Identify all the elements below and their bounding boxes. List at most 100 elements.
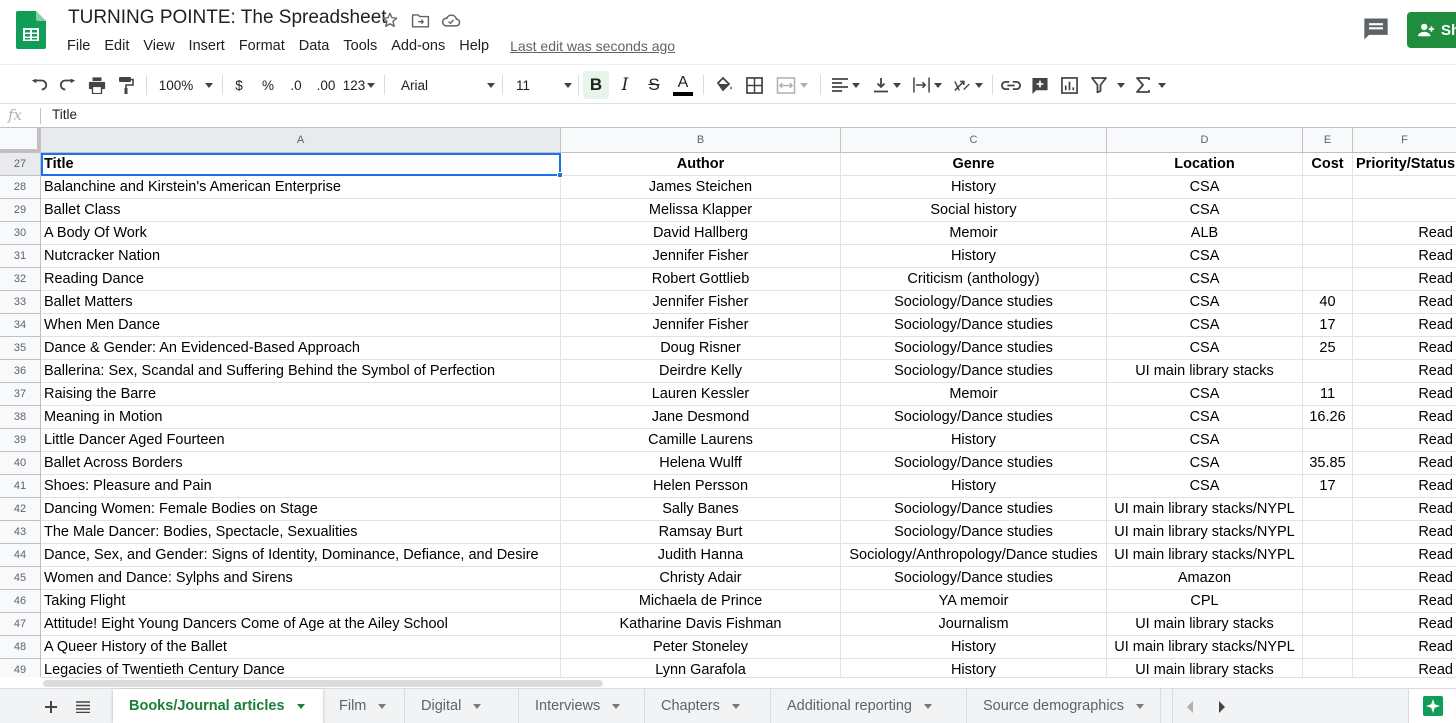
table-cell[interactable]: CSA — [1107, 429, 1303, 452]
menu-data[interactable]: Data — [292, 36, 337, 56]
table-cell[interactable]: Read — [1353, 659, 1456, 677]
table-cell[interactable]: Read — [1353, 521, 1456, 544]
table-cell[interactable]: Jennifer Fisher — [561, 314, 841, 337]
table-cell[interactable] — [1353, 176, 1456, 199]
functions-icon[interactable] — [1134, 71, 1168, 99]
select-all-corner[interactable] — [0, 128, 41, 153]
table-cell[interactable]: 35.85 — [1303, 452, 1353, 475]
table-cell[interactable]: The Male Dancer: Bodies, Spectacle, Sexu… — [41, 521, 561, 544]
table-cell[interactable]: Taking Flight — [41, 590, 561, 613]
table-cell[interactable] — [1303, 636, 1353, 659]
table-cell[interactable]: Robert Gottlieb — [561, 268, 841, 291]
table-cell[interactable]: Read — [1353, 452, 1456, 475]
sheet-tab[interactable]: Additional reporting — [771, 689, 967, 723]
table-cell[interactable]: Read — [1353, 590, 1456, 613]
format-currency-button[interactable]: $ — [229, 71, 249, 99]
table-cell[interactable]: Christy Adair — [561, 567, 841, 590]
move-to-folder-icon[interactable] — [409, 9, 431, 31]
row-header[interactable]: 38 — [0, 406, 41, 429]
row-header[interactable]: 47 — [0, 613, 41, 636]
chevron-down-icon[interactable] — [296, 703, 305, 709]
table-cell[interactable] — [1303, 360, 1353, 383]
table-cell[interactable]: Shoes: Pleasure and Pain — [41, 475, 561, 498]
table-cell[interactable]: Read — [1353, 429, 1456, 452]
row-header[interactable]: 29 — [0, 199, 41, 222]
table-cell[interactable]: CSA — [1107, 406, 1303, 429]
row-header[interactable]: 30 — [0, 222, 41, 245]
table-cell[interactable]: 25 — [1303, 337, 1353, 360]
column-header-b[interactable]: B — [561, 128, 841, 153]
row-header[interactable]: 43 — [0, 521, 41, 544]
text-wrapping-icon[interactable] — [910, 71, 944, 99]
table-cell[interactable]: Read — [1353, 360, 1456, 383]
table-cell[interactable]: Sociology/Dance studies — [841, 291, 1107, 314]
table-cell[interactable]: Jennifer Fisher — [561, 291, 841, 314]
table-cell[interactable]: Nutcracker Nation — [41, 245, 561, 268]
table-cell[interactable]: Social history — [841, 199, 1107, 222]
sheet-tab[interactable]: Digital — [405, 689, 519, 723]
insert-link-icon[interactable] — [999, 71, 1023, 99]
table-cell[interactable]: Sociology/Dance studies — [841, 314, 1107, 337]
table-cell[interactable]: Ballet Matters — [41, 291, 561, 314]
row-header[interactable]: 28 — [0, 176, 41, 199]
table-cell[interactable]: UI main library stacks — [1107, 360, 1303, 383]
menu-edit[interactable]: Edit — [97, 36, 136, 56]
table-cell[interactable]: Read — [1353, 245, 1456, 268]
table-cell[interactable]: James Steichen — [561, 176, 841, 199]
table-cell[interactable]: Deirdre Kelly — [561, 360, 841, 383]
paint-format-icon[interactable] — [115, 71, 137, 99]
row-header[interactable]: 34 — [0, 314, 41, 337]
table-cell[interactable]: Helen Persson — [561, 475, 841, 498]
formula-input[interactable]: Title — [52, 107, 77, 122]
chevron-down-icon[interactable] — [612, 703, 621, 709]
table-cell[interactable]: Melissa Klapper — [561, 199, 841, 222]
table-cell[interactable]: Michaela de Prince — [561, 590, 841, 613]
add-sheet-icon[interactable] — [40, 696, 62, 718]
table-cell[interactable]: Dance, Sex, and Gender: Signs of Identit… — [41, 544, 561, 567]
menu-tools[interactable]: Tools — [336, 36, 384, 56]
table-cell[interactable]: UI main library stacks — [1107, 613, 1303, 636]
table-cell[interactable] — [1303, 521, 1353, 544]
text-rotation-icon[interactable] — [950, 71, 986, 99]
table-cell[interactable] — [1303, 659, 1353, 677]
table-cell[interactable]: Ramsay Burt — [561, 521, 841, 544]
row-header[interactable]: 49 — [0, 659, 41, 677]
table-cell[interactable]: Memoir — [841, 222, 1107, 245]
table-cell[interactable]: 17 — [1303, 314, 1353, 337]
table-cell[interactable]: A Body Of Work — [41, 222, 561, 245]
row-header[interactable]: 27 — [0, 153, 41, 176]
table-cell[interactable]: Ballet Class — [41, 199, 561, 222]
menu-insert[interactable]: Insert — [182, 36, 232, 56]
table-cell[interactable]: CPL — [1107, 590, 1303, 613]
header-cell[interactable]: Genre — [841, 153, 1107, 176]
table-cell[interactable] — [1303, 199, 1353, 222]
table-cell[interactable]: CSA — [1107, 268, 1303, 291]
font-family-select[interactable]: Arial — [395, 71, 495, 99]
table-cell[interactable]: Read — [1353, 222, 1456, 245]
table-cell[interactable]: Sociology/Dance studies — [841, 406, 1107, 429]
table-cell[interactable]: CSA — [1107, 291, 1303, 314]
sheets-logo-icon[interactable] — [16, 11, 46, 49]
header-cell[interactable]: Title — [41, 153, 561, 176]
all-sheets-icon[interactable] — [72, 696, 94, 718]
document-title[interactable]: TURNING POINTE: The Spreadsheet — [68, 7, 387, 29]
column-header-d[interactable]: D — [1107, 128, 1303, 153]
chevron-down-icon[interactable] — [473, 703, 482, 709]
row-header[interactable]: 41 — [0, 475, 41, 498]
merge-cells-icon[interactable] — [772, 71, 812, 99]
table-cell[interactable]: Criticism (anthology) — [841, 268, 1107, 291]
table-cell[interactable]: Read — [1353, 291, 1456, 314]
format-percent-button[interactable]: % — [258, 71, 278, 99]
table-cell[interactable]: Peter Stoneley — [561, 636, 841, 659]
table-cell[interactable]: CSA — [1107, 314, 1303, 337]
print-icon[interactable] — [86, 71, 108, 99]
table-cell[interactable]: Lynn Garafola — [561, 659, 841, 677]
table-cell[interactable]: Sociology/Dance studies — [841, 337, 1107, 360]
table-cell[interactable]: Journalism — [841, 613, 1107, 636]
table-cell[interactable]: UI main library stacks/NYPL — [1107, 498, 1303, 521]
sheet-tab[interactable]: Interviews — [519, 689, 645, 723]
strikethrough-button[interactable]: S — [642, 71, 666, 99]
row-header[interactable]: 32 — [0, 268, 41, 291]
table-cell[interactable]: Helena Wulff — [561, 452, 841, 475]
sheet-tab[interactable]: Chapters — [645, 689, 771, 723]
